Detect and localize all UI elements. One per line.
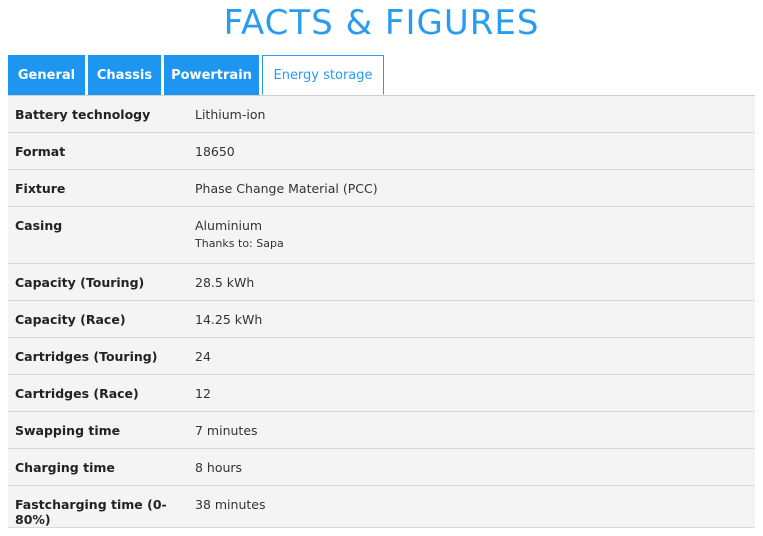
row-label: Swapping time (15, 423, 121, 438)
row-value: 28.5 kWh (195, 275, 255, 290)
row-value: 24 (195, 349, 211, 364)
row-value: 38 minutes (195, 497, 266, 512)
row-value: 12 (195, 386, 211, 401)
sponsor-note: Thanks to: Sapa (195, 237, 284, 250)
row-label: Cartridges (Race) (15, 386, 139, 401)
tab-chassis[interactable]: Chassis (88, 55, 161, 95)
row-value: Lithium-ion (195, 107, 266, 122)
table-row: Casing Aluminium Thanks to: Sapa (8, 207, 755, 264)
specs-table: Battery technology Lithium-ion Format 18… (8, 95, 755, 528)
table-row: Capacity (Race) 14.25 kWh (8, 301, 755, 338)
row-label: Fastcharging time (0-80%) (15, 497, 167, 527)
row-label: Capacity (Race) (15, 312, 126, 327)
row-value: 14.25 kWh (195, 312, 263, 327)
row-value: 18650 (195, 144, 235, 159)
table-row: Capacity (Touring) 28.5 kWh (8, 264, 755, 301)
table-row: Format 18650 (8, 133, 755, 170)
row-label: Casing (15, 218, 63, 233)
row-value: 8 hours (195, 460, 243, 475)
row-label: Format (15, 144, 66, 159)
row-label: Battery technology (15, 107, 151, 122)
table-row: Fastcharging time (0-80%) 38 minutes (8, 486, 755, 528)
row-value: 7 minutes (195, 423, 258, 438)
tab-energy-storage[interactable]: Energy storage (262, 55, 384, 95)
row-label: Charging time (15, 460, 115, 475)
table-row: Cartridges (Race) 12 (8, 375, 755, 412)
row-value: Aluminium (195, 218, 263, 233)
row-value-with-note: Aluminium Thanks to: Sapa (188, 207, 755, 263)
row-value: Phase Change Material (PCC) (195, 181, 378, 196)
row-label: Cartridges (Touring) (15, 349, 158, 364)
table-row: Swapping time 7 minutes (8, 412, 755, 449)
table-row: Cartridges (Touring) 24 (8, 338, 755, 375)
tab-powertrain[interactable]: Powertrain (164, 55, 259, 95)
row-label: Fixture (15, 181, 66, 196)
page-title: FACTS & FIGURES (223, 3, 540, 43)
table-row: Battery technology Lithium-ion (8, 96, 755, 133)
table-row: Fixture Phase Change Material (PCC) (8, 170, 755, 207)
table-row: Charging time 8 hours (8, 449, 755, 486)
tab-bar: General Chassis Powertrain Energy storag… (8, 55, 384, 95)
tab-general[interactable]: General (8, 55, 85, 95)
row-label: Capacity (Touring) (15, 275, 145, 290)
